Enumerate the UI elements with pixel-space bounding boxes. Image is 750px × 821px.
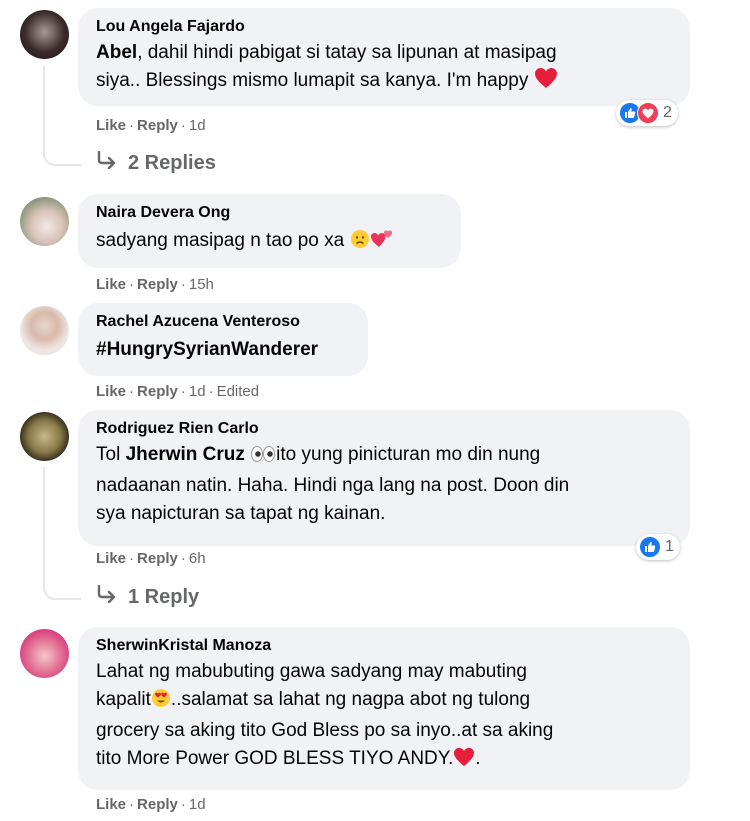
reaction-count: 2 bbox=[663, 104, 672, 121]
reply-button[interactable]: Reply bbox=[137, 117, 178, 134]
comment-bubble: Rodriguez Rien Carlo Tol Jherwin Cruz it… bbox=[78, 410, 690, 546]
mention-link[interactable]: Abel bbox=[96, 42, 137, 63]
comment-author[interactable]: Naira Devera Ong bbox=[96, 203, 443, 223]
like-button[interactable]: Like bbox=[96, 276, 126, 293]
reply-arrow-icon bbox=[96, 150, 118, 175]
comment-text: #HungrySyrianWanderer bbox=[96, 339, 319, 360]
two-hearts-icon bbox=[370, 227, 394, 258]
heart-eyes-icon bbox=[151, 688, 171, 717]
like-button[interactable]: Like bbox=[96, 550, 126, 567]
comment-author[interactable]: SherwinKristal Manoza bbox=[96, 636, 672, 656]
replies-label: 1 Reply bbox=[128, 585, 200, 608]
like-button[interactable]: Like bbox=[96, 796, 126, 813]
mention-link[interactable]: Jherwin Cruz bbox=[126, 444, 245, 465]
comment-actions: Like · Reply · 6h bbox=[96, 550, 206, 567]
love-reaction-icon bbox=[637, 102, 659, 124]
avatar[interactable] bbox=[20, 629, 69, 678]
avatar[interactable] bbox=[20, 306, 69, 355]
comment-author[interactable]: Lou Angela Fajardo bbox=[96, 17, 672, 37]
like-button[interactable]: Like bbox=[96, 383, 126, 400]
sad-face-icon bbox=[350, 229, 370, 258]
replies-label: 2 Replies bbox=[128, 151, 216, 174]
like-button[interactable]: Like bbox=[96, 117, 126, 134]
red-heart-icon bbox=[453, 747, 475, 776]
timestamp[interactable]: 15h bbox=[189, 276, 214, 293]
avatar[interactable] bbox=[20, 412, 69, 461]
timestamp[interactable]: 1d bbox=[189, 796, 206, 813]
red-heart-icon bbox=[534, 67, 558, 98]
comment-bubble: SherwinKristal Manoza Lahat ng mabubutin… bbox=[78, 627, 690, 790]
comment-author[interactable]: Rodriguez Rien Carlo bbox=[96, 419, 672, 439]
comment-text: sadyang masipag n tao po xa bbox=[96, 227, 443, 258]
reply-button[interactable]: Reply bbox=[137, 796, 178, 813]
comment-bubble: Lou Angela Fajardo Abel, dahil hindi pab… bbox=[78, 8, 690, 106]
timestamp[interactable]: 1d bbox=[189, 117, 206, 134]
reaction-summary[interactable]: 1 bbox=[636, 534, 680, 560]
comment-bubble: Rachel Azucena Venteroso #HungrySyrianWa… bbox=[78, 303, 368, 376]
reaction-count: 1 bbox=[665, 538, 674, 555]
comment-text: Lahat ng mabubuting gawa sadyang may mab… bbox=[96, 658, 672, 776]
comment-text: Abel, dahil hindi pabigat si tatay sa li… bbox=[96, 39, 672, 98]
reply-button[interactable]: Reply bbox=[137, 550, 178, 567]
edited-label: Edited bbox=[216, 383, 260, 400]
comment-bubble: Naira Devera Ong sadyang masipag n tao p… bbox=[78, 194, 461, 268]
timestamp[interactable]: 6h bbox=[189, 550, 206, 567]
like-reaction-icon bbox=[639, 536, 661, 558]
reply-button[interactable]: Reply bbox=[137, 276, 178, 293]
avatar[interactable] bbox=[20, 197, 69, 246]
comment-text: Tol Jherwin Cruz ito yung pinicturan mo … bbox=[96, 444, 570, 524]
comment-actions: Like · Reply · 1d bbox=[96, 796, 206, 813]
reply-button[interactable]: Reply bbox=[137, 383, 178, 400]
eyes-icon bbox=[250, 444, 276, 472]
avatar[interactable] bbox=[20, 10, 69, 59]
view-replies-button[interactable]: 2 Replies bbox=[96, 150, 216, 175]
thread-line bbox=[43, 66, 81, 166]
view-replies-button[interactable]: 1 Reply bbox=[96, 584, 200, 609]
comment-author[interactable]: Rachel Azucena Venteroso bbox=[96, 312, 350, 332]
reply-arrow-icon bbox=[96, 584, 118, 609]
reaction-summary[interactable]: 2 bbox=[616, 100, 678, 126]
comment-actions: Like · Reply · 1d · Edited bbox=[96, 383, 260, 400]
timestamp[interactable]: 1d bbox=[189, 383, 206, 400]
comment-actions: Like · Reply · 1d bbox=[96, 117, 206, 134]
thread-line bbox=[43, 467, 81, 600]
comment-actions: Like · Reply · 15h bbox=[96, 276, 214, 293]
